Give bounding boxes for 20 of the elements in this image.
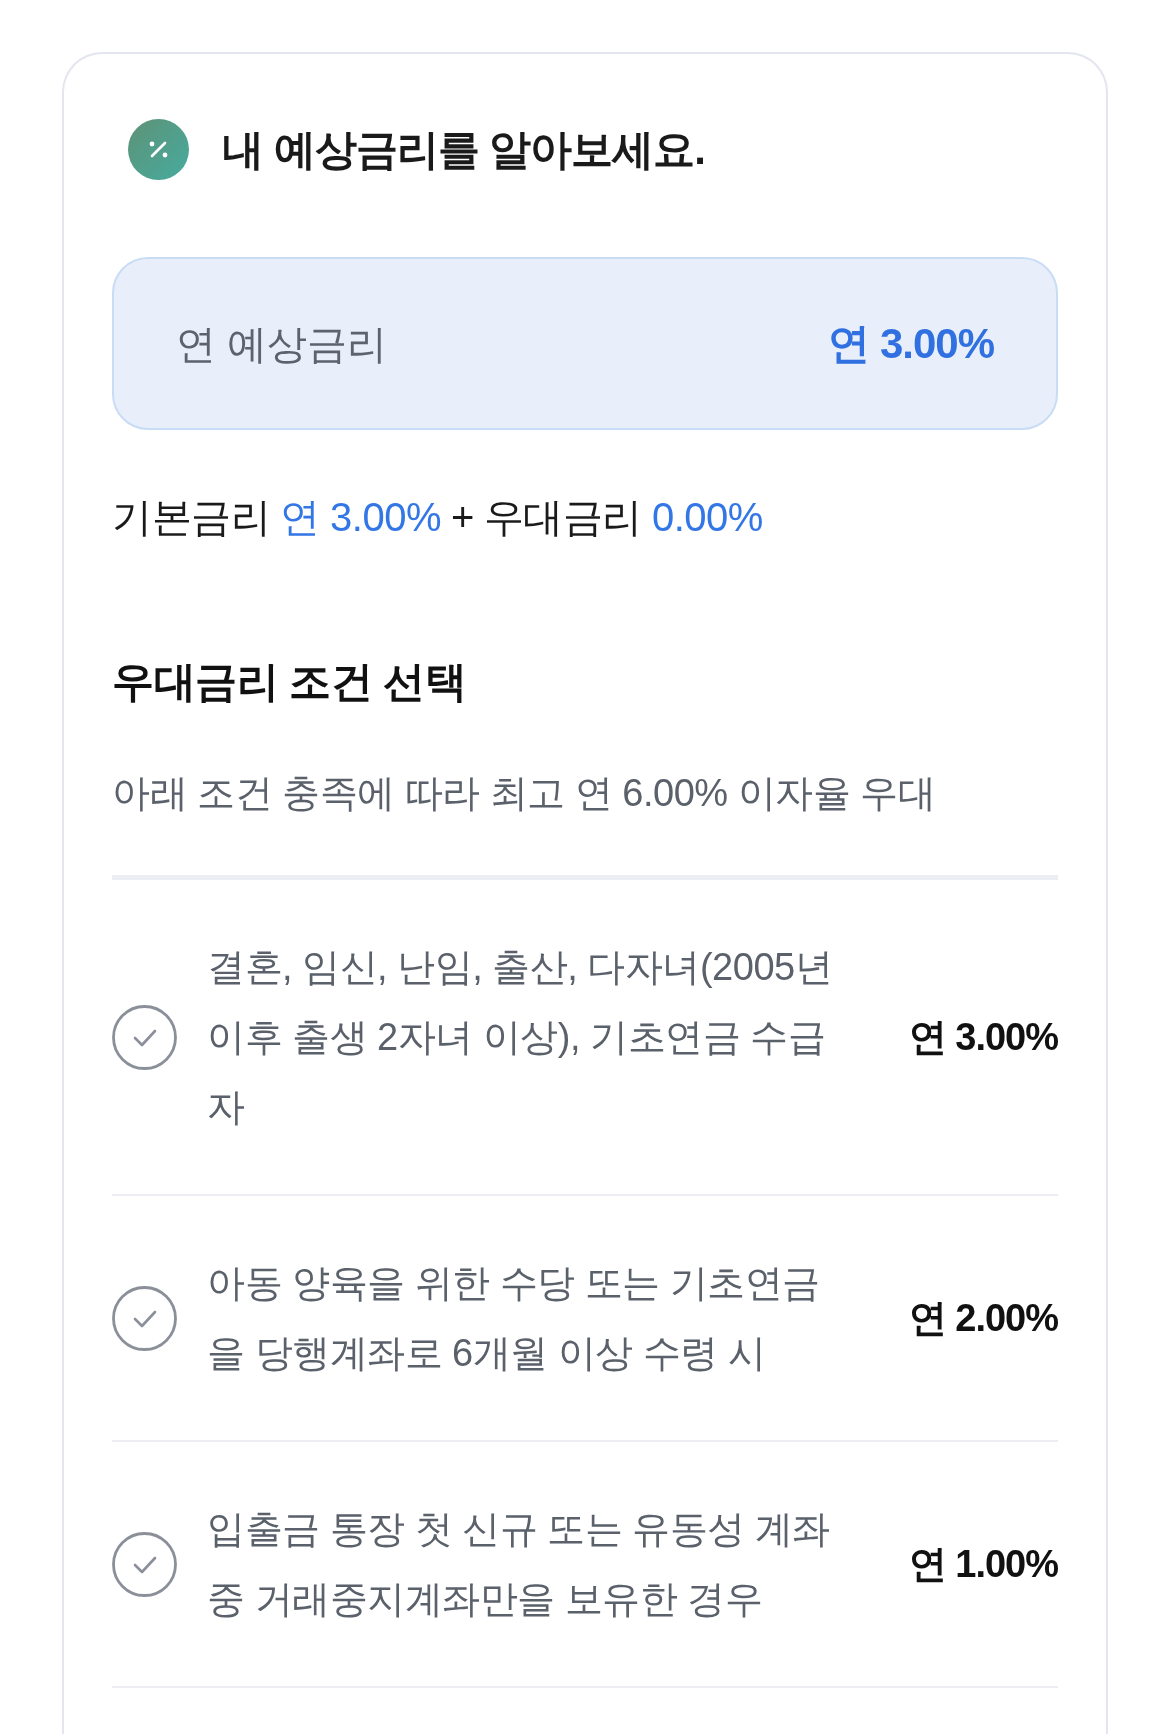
condition-rate: 연 3.00% <box>908 1015 1058 1060</box>
base-rate-label: 기본금리 <box>112 494 270 541</box>
estimate-value: 연 3.00% <box>828 318 994 369</box>
section-heading: 우대금리 조건 선택 <box>112 657 468 707</box>
percent-icon <box>128 119 189 180</box>
condition-text: 입출금 통장 첫 신규 또는 유동성 계좌 중 거래중지계좌만을 보유한 경우 <box>207 1507 831 1622</box>
condition-rate: 연 2.00% <box>908 1296 1058 1341</box>
condition-text: 결혼, 임신, 난임, 출산, 다자녀(2005년 이후 출생 2자녀 이상), 기초연금 수급자 <box>207 945 834 1130</box>
check-circle-icon[interactable] <box>112 1531 177 1597</box>
estimate-label: 연 예상금리 <box>176 320 388 368</box>
plus-sign: + <box>451 494 474 541</box>
condition-text: 아동 양육을 위한 수당 또는 기초연금을 당행계좌로 6개월 이상 수령 시 <box>207 1261 821 1376</box>
bonus-rate-value: 0.00% <box>651 494 763 541</box>
base-rate-value: 연 3.00% <box>280 494 442 541</box>
section-description: 아래 조건 충족에 따라 최고 연 6.00% 이자율 우대 <box>112 771 937 816</box>
condition-rate: 연 1.00% <box>908 1542 1058 1587</box>
section-title: 내 예상금리를 알아보세요. <box>222 124 705 175</box>
check-circle-icon[interactable] <box>112 1285 177 1351</box>
bonus-rate-label: 우대금리 <box>483 494 642 541</box>
check-circle-icon[interactable] <box>112 1004 177 1070</box>
